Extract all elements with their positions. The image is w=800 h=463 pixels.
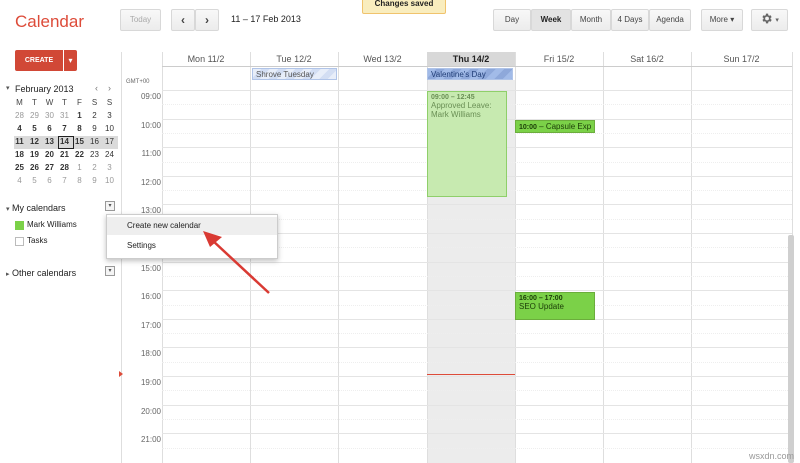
watermark: wsxdn.com: [748, 451, 794, 461]
annotation-arrow-head: [203, 231, 222, 247]
calendar-app: Calendar Changes saved Today ‹ › 11 – 17…: [0, 0, 800, 463]
annotation-arrow-shaft: [211, 239, 270, 294]
annotation-arrow: [203, 231, 270, 294]
